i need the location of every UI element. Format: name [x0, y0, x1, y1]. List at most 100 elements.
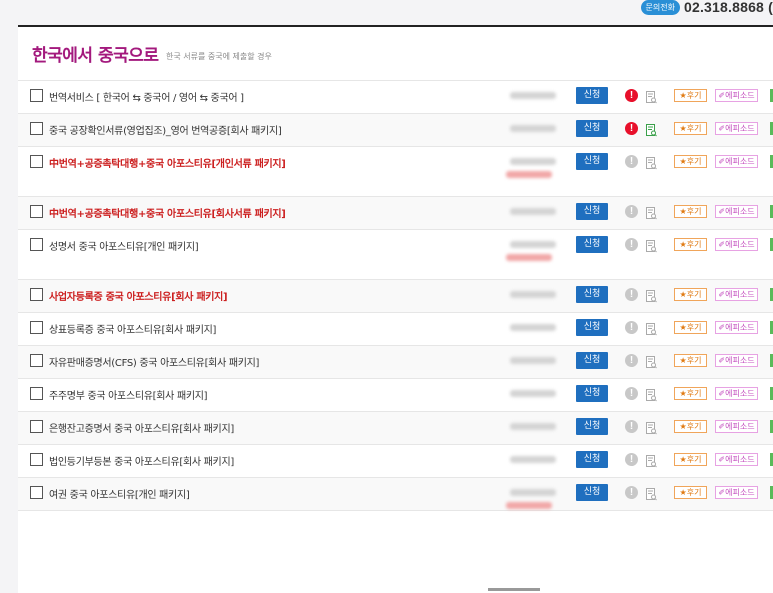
apply-button[interactable]: 신청 — [576, 203, 608, 220]
contact-phone[interactable]: 02.318.8868 ( — [684, 0, 773, 15]
alert-icon[interactable]: ! — [625, 453, 638, 466]
document-preview-icon[interactable] — [646, 420, 657, 435]
select-checkbox[interactable] — [30, 420, 43, 433]
sale-price-value — [506, 254, 552, 261]
episode-button[interactable]: ✐에피소드 — [715, 89, 758, 102]
select-checkbox[interactable] — [30, 387, 43, 400]
price-value — [510, 456, 556, 463]
apply-button[interactable]: 신청 — [576, 120, 608, 137]
alert-icon[interactable]: ! — [625, 288, 638, 301]
contact-info: 문의전화 02.318.8868 ( — [640, 0, 773, 15]
review-button[interactable]: ★후기 — [674, 238, 707, 251]
apply-button[interactable]: 신청 — [576, 236, 608, 253]
alert-icon[interactable]: ! — [625, 420, 638, 433]
section-header: 한국에서 중국으로 한국 서류를 중국에 제출할 경우 — [18, 27, 773, 81]
review-button[interactable]: ★후기 — [674, 122, 707, 135]
service-name[interactable]: 번역서비스 [ 한국어 ⇆ 중국어 / 영어 ⇆ 중국어 ] — [49, 89, 244, 104]
document-preview-icon[interactable] — [646, 122, 657, 137]
price-value — [510, 423, 556, 430]
apply-button[interactable]: 신청 — [576, 319, 608, 336]
service-list: 번역서비스 [ 한국어 ⇆ 중국어 / 영어 ⇆ 중국어 ] 신청! ★후기 ✐에피소… — [18, 81, 773, 511]
service-name[interactable]: 법인등기부등본 중국 아포스티유[회사 패키지] — [49, 453, 234, 468]
review-button[interactable]: ★후기 — [674, 453, 707, 466]
select-checkbox[interactable] — [30, 486, 43, 499]
service-name[interactable]: 성명서 중국 아포스티유[개인 패키지] — [49, 238, 199, 253]
document-preview-icon[interactable] — [646, 205, 657, 220]
review-button[interactable]: ★후기 — [674, 420, 707, 433]
document-preview-icon[interactable] — [646, 354, 657, 369]
price-value — [510, 158, 556, 165]
episode-button[interactable]: ✐에피소드 — [715, 321, 758, 334]
service-name[interactable]: 여권 중국 아포스티유[개인 패키지] — [49, 486, 190, 501]
episode-button[interactable]: ✐에피소드 — [715, 387, 758, 400]
review-button[interactable]: ★후기 — [674, 89, 707, 102]
price-value — [510, 390, 556, 397]
episode-button[interactable]: ✐에피소드 — [715, 122, 758, 135]
review-button[interactable]: ★후기 — [674, 321, 707, 334]
episode-button[interactable]: ✐에피소드 — [715, 155, 758, 168]
apply-button[interactable]: 신청 — [576, 87, 608, 104]
apply-button[interactable]: 신청 — [576, 352, 608, 369]
service-name[interactable]: 사업자등록증 중국 아포스티유[회사 패키지] — [49, 288, 228, 303]
select-checkbox[interactable] — [30, 238, 43, 251]
apply-button[interactable]: 신청 — [576, 451, 608, 468]
apply-button[interactable]: 신청 — [576, 153, 608, 170]
service-name[interactable]: 中번역+공증촉탁대행+중국 아포스티유[개인서류 패키지] — [49, 155, 286, 170]
review-button[interactable]: ★후기 — [674, 205, 707, 218]
select-checkbox[interactable] — [30, 205, 43, 218]
service-name[interactable]: 중국 공장확인서류(영업집조)_영어 번역공증[회사 패키지] — [49, 122, 282, 137]
alert-icon[interactable]: ! — [625, 89, 638, 102]
alert-icon[interactable]: ! — [625, 486, 638, 499]
document-preview-icon[interactable] — [646, 321, 657, 336]
review-button[interactable]: ★후기 — [674, 155, 707, 168]
apply-button[interactable]: 신청 — [576, 286, 608, 303]
apply-button[interactable]: 신청 — [576, 484, 608, 501]
document-preview-icon[interactable] — [646, 288, 657, 303]
alert-icon[interactable]: ! — [625, 354, 638, 367]
service-row: 상표등록증 중국 아포스티유[회사 패키지] 신청! ★후기 ✐에피소드 — [18, 313, 773, 346]
review-button[interactable]: ★후기 — [674, 288, 707, 301]
price-value — [510, 241, 556, 248]
episode-button[interactable]: ✐에피소드 — [715, 205, 758, 218]
episode-button[interactable]: ✐에피소드 — [715, 420, 758, 433]
select-checkbox[interactable] — [30, 89, 43, 102]
service-name[interactable]: 은행잔고증명서 중국 아포스티유[회사 패키지] — [49, 420, 234, 435]
episode-button[interactable]: ✐에피소드 — [715, 288, 758, 301]
service-row: 中번역+공증촉탁대행+중국 아포스티유[회사서류 패키지] 신청! ★후기 ✐에피소드 — [18, 197, 773, 230]
document-preview-icon[interactable] — [646, 453, 657, 468]
document-preview-icon[interactable] — [646, 89, 657, 104]
document-preview-icon[interactable] — [646, 238, 657, 253]
service-name[interactable]: 자유판매증명서(CFS) 중국 아포스티유[회사 패키지] — [49, 354, 259, 369]
apply-button[interactable]: 신청 — [576, 418, 608, 435]
alert-icon[interactable]: ! — [625, 155, 638, 168]
review-button[interactable]: ★후기 — [674, 387, 707, 400]
document-preview-icon[interactable] — [646, 486, 657, 501]
episode-button[interactable]: ✐에피소드 — [715, 238, 758, 251]
select-checkbox[interactable] — [30, 288, 43, 301]
apply-button[interactable]: 신청 — [576, 385, 608, 402]
document-preview-icon[interactable] — [646, 155, 657, 170]
episode-button[interactable]: ✐에피소드 — [715, 354, 758, 367]
review-button[interactable]: ★후기 — [674, 486, 707, 499]
select-checkbox[interactable] — [30, 321, 43, 334]
select-checkbox[interactable] — [30, 354, 43, 367]
contact-badge: 문의전화 — [640, 0, 680, 15]
episode-button[interactable]: ✐에피소드 — [715, 486, 758, 499]
service-name[interactable]: 中번역+공증촉탁대행+중국 아포스티유[회사서류 패키지] — [49, 205, 286, 220]
alert-icon[interactable]: ! — [625, 387, 638, 400]
alert-icon[interactable]: ! — [625, 238, 638, 251]
document-preview-icon[interactable] — [646, 387, 657, 402]
sale-price-value — [506, 171, 552, 178]
review-button[interactable]: ★후기 — [674, 354, 707, 367]
price-value — [510, 92, 556, 99]
service-row: 여권 중국 아포스티유[개인 패키지] 신청! ★후기 ✐에피소드 — [18, 478, 773, 511]
select-checkbox[interactable] — [30, 155, 43, 168]
episode-button[interactable]: ✐에피소드 — [715, 453, 758, 466]
alert-icon[interactable]: ! — [625, 122, 638, 135]
select-checkbox[interactable] — [30, 122, 43, 135]
service-name[interactable]: 상표등록증 중국 아포스티유[회사 패키지] — [49, 321, 216, 336]
alert-icon[interactable]: ! — [625, 321, 638, 334]
select-checkbox[interactable] — [30, 453, 43, 466]
alert-icon[interactable]: ! — [625, 205, 638, 218]
service-name[interactable]: 주주명부 중국 아포스티유[회사 패키지] — [49, 387, 208, 402]
